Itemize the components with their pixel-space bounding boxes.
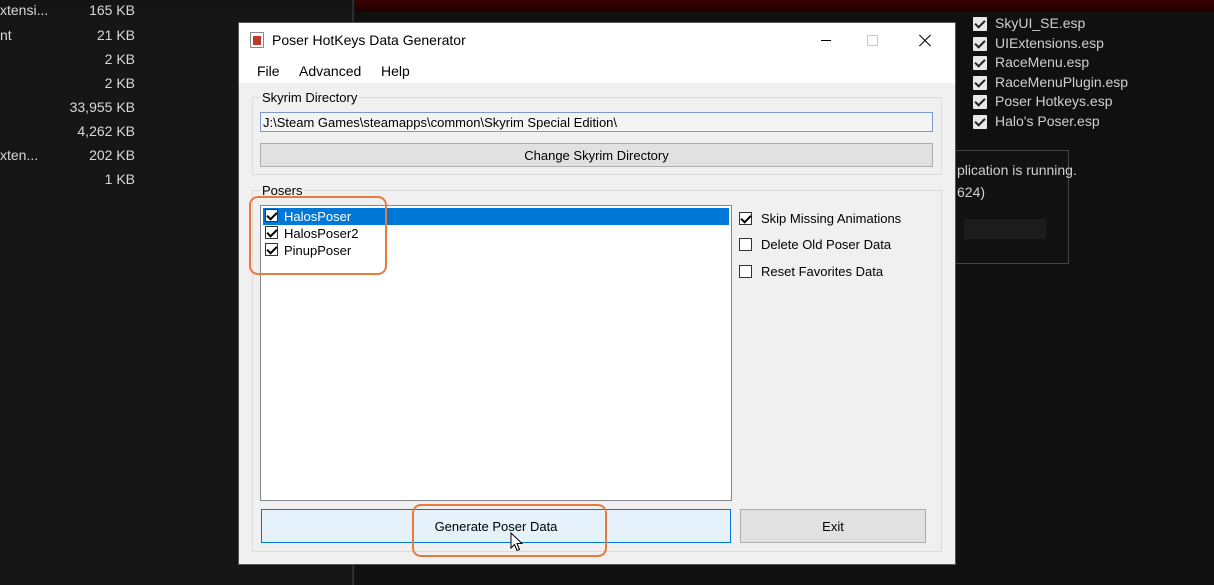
notice-text: 624) (957, 184, 986, 200)
file-size: 202 KB (89, 147, 135, 163)
file-size: 2 KB (104, 75, 135, 91)
file-name: xtensi... (0, 2, 49, 18)
checkbox-icon[interactable] (973, 56, 987, 70)
file-row[interactable]: xten... 202 KB (0, 147, 140, 169)
plugin-label: RaceMenuPlugin.esp (995, 74, 1129, 90)
minimize-icon[interactable] (803, 23, 849, 57)
plugin-label: Poser Hotkeys.esp (995, 93, 1113, 109)
file-size: 2 KB (104, 51, 135, 67)
notice-text: plication is running. (957, 162, 1077, 178)
checkbox-icon[interactable] (739, 212, 752, 225)
posers-highlight-outline (249, 196, 387, 275)
file-row[interactable]: 1 KB (0, 171, 140, 193)
menu-bar: File Advanced Help (239, 57, 955, 83)
menu-file[interactable]: File (257, 63, 280, 79)
option-label: Delete Old Poser Data (761, 237, 892, 252)
file-size: 165 KB (89, 2, 135, 18)
checkbox-icon[interactable] (973, 76, 987, 90)
file-size: 33,955 KB (69, 99, 135, 115)
file-row[interactable]: xtensi... 165 KB (0, 2, 140, 24)
file-row[interactable]: 2 KB (0, 75, 140, 97)
plugin-label: SkyUI_SE.esp (995, 15, 1086, 31)
plugin-label: RaceMenu.esp (995, 54, 1090, 70)
maximize-icon[interactable] (849, 23, 895, 57)
exit-button[interactable]: Exit (740, 509, 926, 543)
app-icon (250, 32, 264, 48)
plugin-label: UIExtensions.esp (995, 35, 1104, 51)
file-name: nt (0, 27, 12, 43)
file-size: 1 KB (104, 171, 135, 187)
plugin-label: Halo's Poser.esp (995, 113, 1100, 129)
file-row[interactable]: 4,262 KB (0, 123, 140, 145)
file-row[interactable]: 2 KB (0, 51, 140, 73)
checkbox-icon[interactable] (973, 17, 987, 31)
background-notice: plication is running. 624) (955, 150, 1077, 264)
close-icon[interactable] (903, 23, 949, 57)
checkbox-icon[interactable] (973, 115, 987, 129)
file-row[interactable]: 33,955 KB (0, 99, 140, 121)
skyrim-directory-label: Skyrim Directory (260, 90, 360, 105)
skyrim-path-field[interactable]: J:\Steam Games\steamapps\common\Skyrim S… (260, 112, 933, 132)
checkbox-icon[interactable] (973, 37, 987, 51)
mouse-cursor-icon (510, 532, 524, 552)
file-name: xten... (0, 147, 39, 163)
checkbox-icon[interactable] (739, 265, 752, 278)
option-label: Reset Favorites Data (761, 264, 884, 279)
option-label: Skip Missing Animations (761, 211, 902, 226)
file-row[interactable]: nt 21 KB (0, 27, 140, 49)
change-directory-button[interactable]: Change Skyrim Directory (260, 143, 933, 167)
file-size: 4,262 KB (77, 123, 135, 139)
checkbox-icon[interactable] (739, 238, 752, 251)
window-title: Poser HotKeys Data Generator (272, 32, 466, 48)
menu-advanced[interactable]: Advanced (299, 63, 361, 79)
file-size: 21 KB (96, 27, 135, 43)
menu-help[interactable]: Help (381, 63, 410, 79)
checkbox-icon[interactable] (973, 95, 987, 109)
generator-dialog: Poser HotKeys Data Generator File Advanc… (239, 23, 955, 564)
title-bar[interactable]: Poser HotKeys Data Generator (239, 23, 955, 57)
notice-block (964, 219, 1046, 239)
